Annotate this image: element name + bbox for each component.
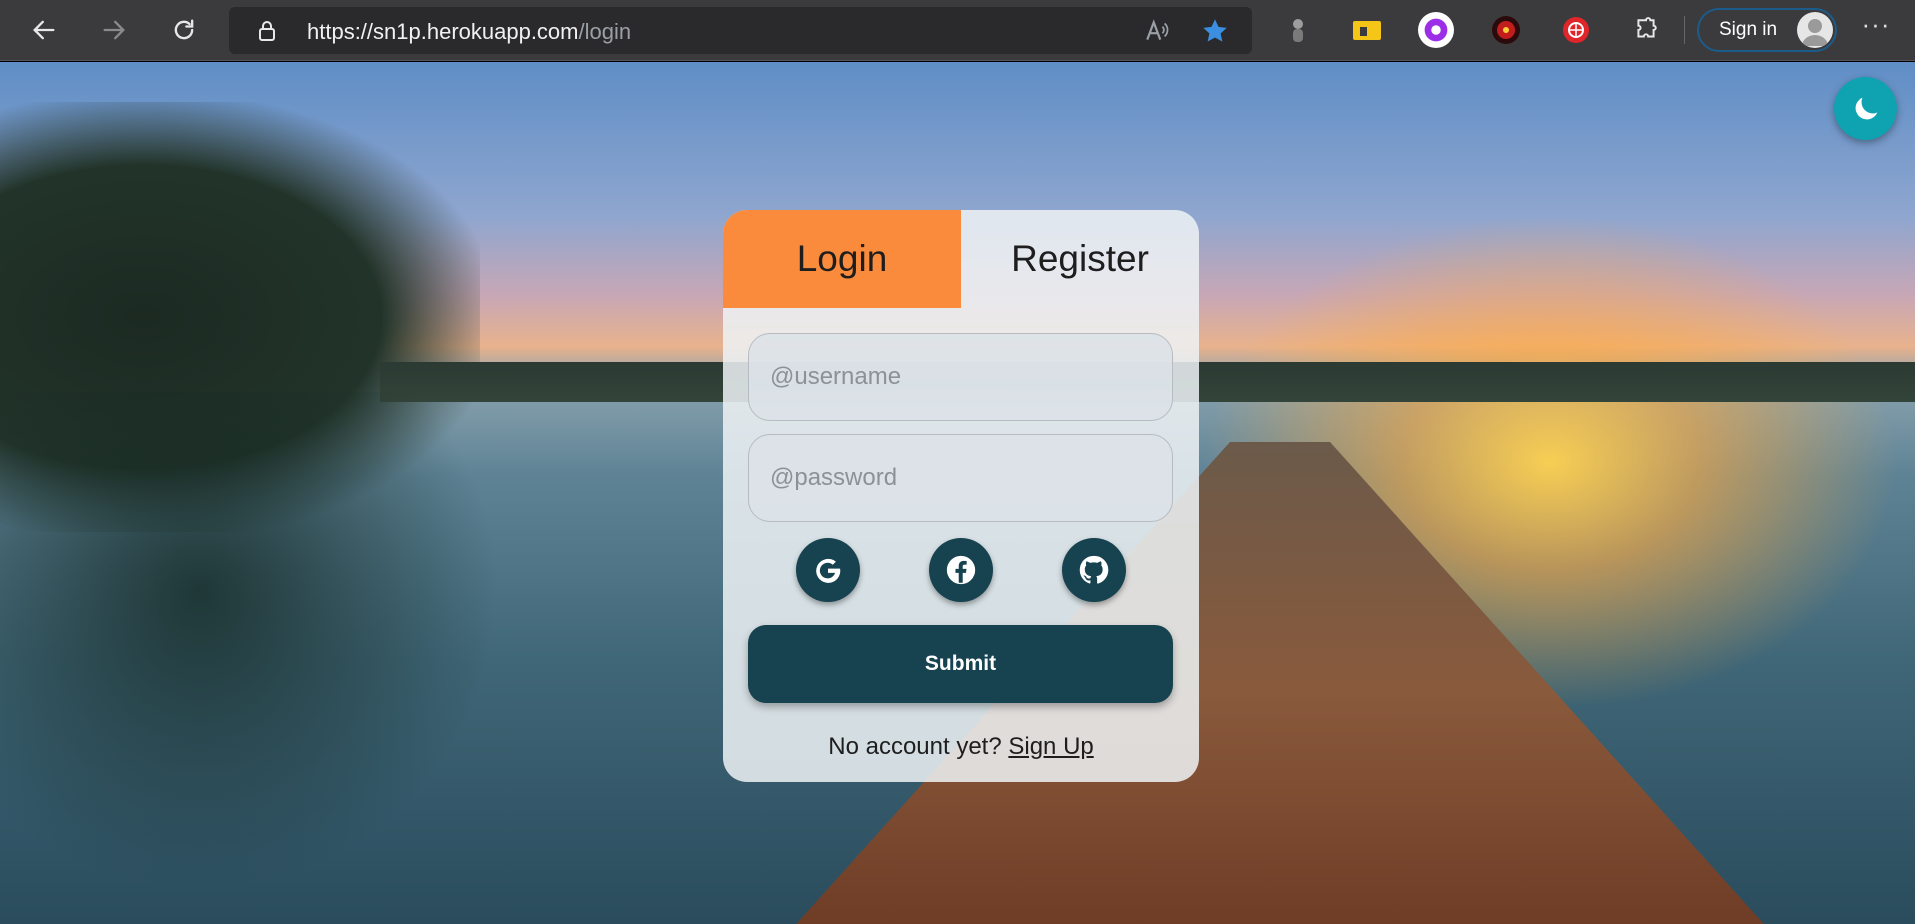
refresh-icon	[174, 19, 194, 40]
username-input[interactable]	[748, 333, 1173, 421]
arrow-left-icon	[33, 20, 55, 40]
extension-folder-icon[interactable]	[1349, 12, 1385, 48]
avatar-icon	[1797, 12, 1833, 48]
tab-register[interactable]: Register	[961, 210, 1199, 308]
github-icon	[1079, 555, 1109, 584]
back-button[interactable]	[24, 10, 64, 50]
facebook-icon	[946, 555, 976, 585]
signup-prompt: No account yet? Sign Up	[723, 733, 1199, 761]
lock-icon	[259, 21, 275, 41]
more-menu-button[interactable]: ···	[1858, 11, 1894, 46]
extension-globe-icon[interactable]	[1558, 12, 1594, 48]
read-aloud-icon[interactable]	[1144, 18, 1170, 44]
extensions-puzzle-icon[interactable]	[1628, 12, 1664, 48]
forward-button[interactable]	[94, 10, 134, 50]
submit-button[interactable]: Submit	[748, 625, 1173, 703]
browser-toolbar: https://sn1p.herokuapp.com/login Sign in…	[0, 0, 1915, 61]
extension-figure-icon[interactable]	[1280, 12, 1316, 48]
toolbar-divider	[1684, 16, 1685, 44]
url-host: https://sn1p.herokuapp.com	[307, 19, 579, 44]
github-login-button[interactable]	[1062, 538, 1126, 602]
google-login-button[interactable]	[796, 538, 860, 602]
favorite-star-icon[interactable]	[1201, 17, 1229, 45]
theme-toggle-button[interactable]	[1834, 77, 1897, 140]
address-bar[interactable]: https://sn1p.herokuapp.com/login	[229, 7, 1252, 54]
url-text: https://sn1p.herokuapp.com/login	[307, 19, 631, 45]
password-input[interactable]	[748, 434, 1173, 522]
url-path: /login	[578, 19, 632, 44]
refresh-button[interactable]	[164, 10, 204, 50]
water-reflection	[0, 392, 500, 892]
arrow-right-icon	[103, 20, 125, 40]
login-card: Login Register Submit No account yet? Si…	[723, 210, 1199, 782]
sign-in-label: Sign in	[1719, 19, 1778, 40]
moon-icon	[1855, 97, 1877, 119]
extension-red-circle-icon[interactable]	[1488, 12, 1524, 48]
no-account-text: No account yet?	[828, 733, 1002, 760]
sign-up-link[interactable]: Sign Up	[1008, 733, 1093, 760]
extension-purple-icon[interactable]	[1418, 12, 1454, 48]
tab-login[interactable]: Login	[723, 210, 961, 308]
sign-in-button[interactable]: Sign in	[1697, 8, 1837, 52]
google-icon	[816, 558, 841, 583]
facebook-login-button[interactable]	[929, 538, 993, 602]
